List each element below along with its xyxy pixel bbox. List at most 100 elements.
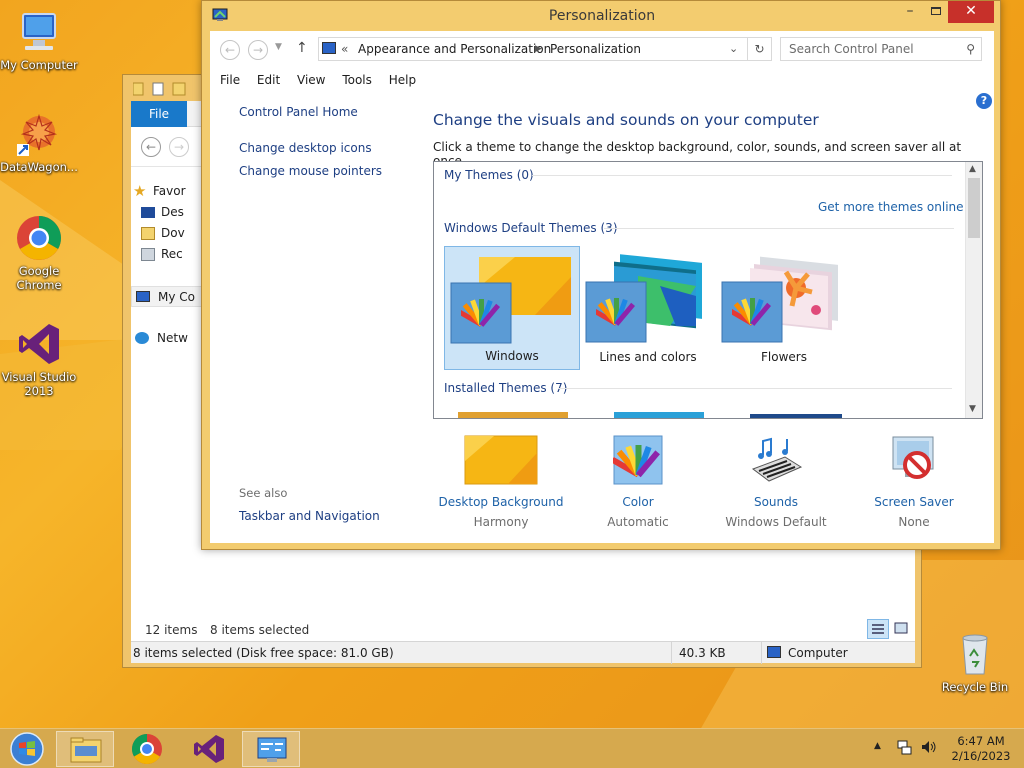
setting-title[interactable]: Screen Saver <box>844 495 984 509</box>
sounds-icon <box>751 437 803 482</box>
up-button[interactable]: ↑ <box>296 40 308 56</box>
volume-icon[interactable] <box>920 739 938 755</box>
maximize-button[interactable] <box>924 1 948 23</box>
menu-help[interactable]: Help <box>379 69 416 91</box>
change-mouse-pointers-link[interactable]: Change mouse pointers <box>239 164 382 178</box>
tree-item-downloads[interactable]: Dov <box>131 223 211 244</box>
taskbar-file-explorer[interactable] <box>56 731 114 767</box>
theme-list[interactable]: My Themes (0) Get more themes online Win… <box>433 161 983 419</box>
clock-date: 2/16/2023 <box>951 749 1011 763</box>
minimize-button[interactable]: – <box>898 1 922 23</box>
desktop-icon-datawagon[interactable]: DataWagon... <box>0 110 78 174</box>
installed-theme-preview[interactable] <box>750 414 842 418</box>
forward-button[interactable]: → <box>248 40 268 60</box>
scroll-up-icon[interactable]: ▲ <box>969 164 976 174</box>
status-divider <box>761 642 762 664</box>
theme-windows[interactable]: Windows <box>444 246 580 370</box>
status-bar: 8 items selected (Disk free space: 81.0 … <box>131 641 915 664</box>
start-button[interactable] <box>8 731 46 767</box>
details-view-button[interactable] <box>867 619 889 639</box>
clock[interactable]: 6:47 AM 2/16/2023 <box>946 734 1016 764</box>
desktop-icon-label: Recycle Bin <box>941 680 1009 694</box>
color-setting[interactable]: Color Automatic <box>568 435 708 529</box>
menu-view[interactable]: View <box>287 69 325 91</box>
clock-time: 6:47 AM <box>957 734 1005 748</box>
computer-icon <box>136 291 150 302</box>
breadcrumb-separator-icon[interactable]: ▶ <box>535 38 542 60</box>
color-icon <box>613 435 663 485</box>
setting-title[interactable]: Color <box>568 495 708 509</box>
setting-title[interactable]: Desktop Background <box>431 495 571 509</box>
personalization-window[interactable]: Personalization – ✕ ← → ▼ ↑ « Appearance… <box>201 0 1001 550</box>
search-input[interactable]: Search Control Panel ⚲ <box>780 37 982 61</box>
desktop-background-setting[interactable]: Desktop Background Harmony <box>431 435 571 529</box>
scroll-thumb[interactable] <box>968 178 980 238</box>
screen-saver-setting[interactable]: Screen Saver None <box>844 435 984 529</box>
default-themes-heading[interactable]: Windows Default Themes (3) <box>444 221 618 235</box>
tree-item-network[interactable]: Netw <box>131 328 211 349</box>
tree-item-recent[interactable]: Rec <box>131 244 211 265</box>
chevron-down-icon[interactable]: ⌄ <box>729 38 738 60</box>
theme-flowers[interactable]: Flowers <box>716 246 852 370</box>
recent-pages-icon[interactable]: ▼ <box>275 42 282 52</box>
taskbar-visual-studio[interactable] <box>180 731 238 767</box>
downloads-icon <box>141 227 155 240</box>
computer-icon <box>767 646 781 658</box>
status-divider <box>671 642 672 664</box>
desktop-icon-my-computer[interactable]: My Computer <box>0 8 78 72</box>
setting-title[interactable]: Sounds <box>706 495 846 509</box>
get-more-themes-link[interactable]: Get more themes online <box>818 200 964 214</box>
desktop-icon-label: Visual Studio 2013 <box>1 370 77 398</box>
breadcrumb-personalization[interactable]: Personalization <box>550 38 641 60</box>
back-button[interactable]: ← <box>141 137 161 157</box>
network-tray-icon[interactable] <box>896 739 912 755</box>
theme-list-scrollbar[interactable]: ▲ ▼ <box>965 162 982 418</box>
personalization-content: ← → ▼ ↑ « Appearance and Personalization… <box>210 31 994 543</box>
installed-theme-preview[interactable] <box>614 412 704 418</box>
sounds-setting[interactable]: Sounds Windows Default <box>706 435 846 529</box>
explorer-quick-access-toolbar[interactable] <box>132 81 193 97</box>
status-selection: 8 items selected (Disk free space: 81.0 … <box>133 646 394 660</box>
forward-button[interactable]: → <box>169 137 189 157</box>
address-bar[interactable]: « Appearance and Personalization ▶ Perso… <box>318 37 748 61</box>
menu-tools[interactable]: Tools <box>332 69 372 91</box>
installed-theme-preview[interactable] <box>458 412 568 418</box>
menu-edit[interactable]: Edit <box>247 69 280 91</box>
close-button[interactable]: ✕ <box>948 1 994 23</box>
taskbar-chrome[interactable] <box>118 731 176 767</box>
refresh-button[interactable]: ↻ <box>748 37 772 61</box>
menu-bar: File Edit View Tools Help <box>210 69 994 91</box>
breadcrumb-overflow[interactable]: « <box>341 38 348 60</box>
desktop-icon-visual-studio[interactable]: Visual Studio 2013 <box>0 320 78 398</box>
control-panel-home-link[interactable]: Control Panel Home <box>239 105 358 119</box>
show-hidden-icons[interactable]: ▲ <box>874 741 881 751</box>
recent-places-icon <box>141 248 155 261</box>
large-icons-view-button[interactable] <box>891 619 913 639</box>
color-palette-icon <box>596 298 636 326</box>
desktop-icon-label: My Computer <box>0 58 78 72</box>
breadcrumb-appearance[interactable]: Appearance and Personalization <box>358 38 551 60</box>
theme-lines-and-colors[interactable]: Lines and colors <box>580 246 716 370</box>
taskbar-control-panel[interactable] <box>242 731 300 767</box>
screen-saver-icon <box>892 436 934 479</box>
color-palette-icon <box>461 299 501 327</box>
status-size: 40.3 KB <box>679 646 726 660</box>
tree-item-desktop[interactable]: Des <box>131 202 211 223</box>
details-view-icon <box>872 624 884 634</box>
control-panel-icon <box>257 737 287 762</box>
my-themes-heading[interactable]: My Themes (0) <box>444 168 534 182</box>
desktop-icon-recycle-bin[interactable]: Recycle Bin <box>936 630 1014 694</box>
items-status: 12 items 8 items selected <box>131 619 915 641</box>
see-also-heading: See also <box>239 486 288 500</box>
recycle-bin-icon <box>951 630 999 678</box>
back-button[interactable]: ← <box>220 40 240 60</box>
scroll-down-icon[interactable]: ▼ <box>969 404 976 414</box>
help-icon[interactable]: ? <box>976 93 992 109</box>
taskbar-navigation-link[interactable]: Taskbar and Navigation <box>239 509 380 523</box>
tree-item-favorites[interactable]: ★ Favor <box>131 181 211 202</box>
change-desktop-icons-link[interactable]: Change desktop icons <box>239 141 372 155</box>
file-tab[interactable]: File <box>131 101 187 127</box>
installed-themes-heading[interactable]: Installed Themes (7) <box>444 381 567 395</box>
menu-file[interactable]: File <box>210 69 240 91</box>
desktop-icon-chrome[interactable]: Google Chrome <box>0 214 78 292</box>
